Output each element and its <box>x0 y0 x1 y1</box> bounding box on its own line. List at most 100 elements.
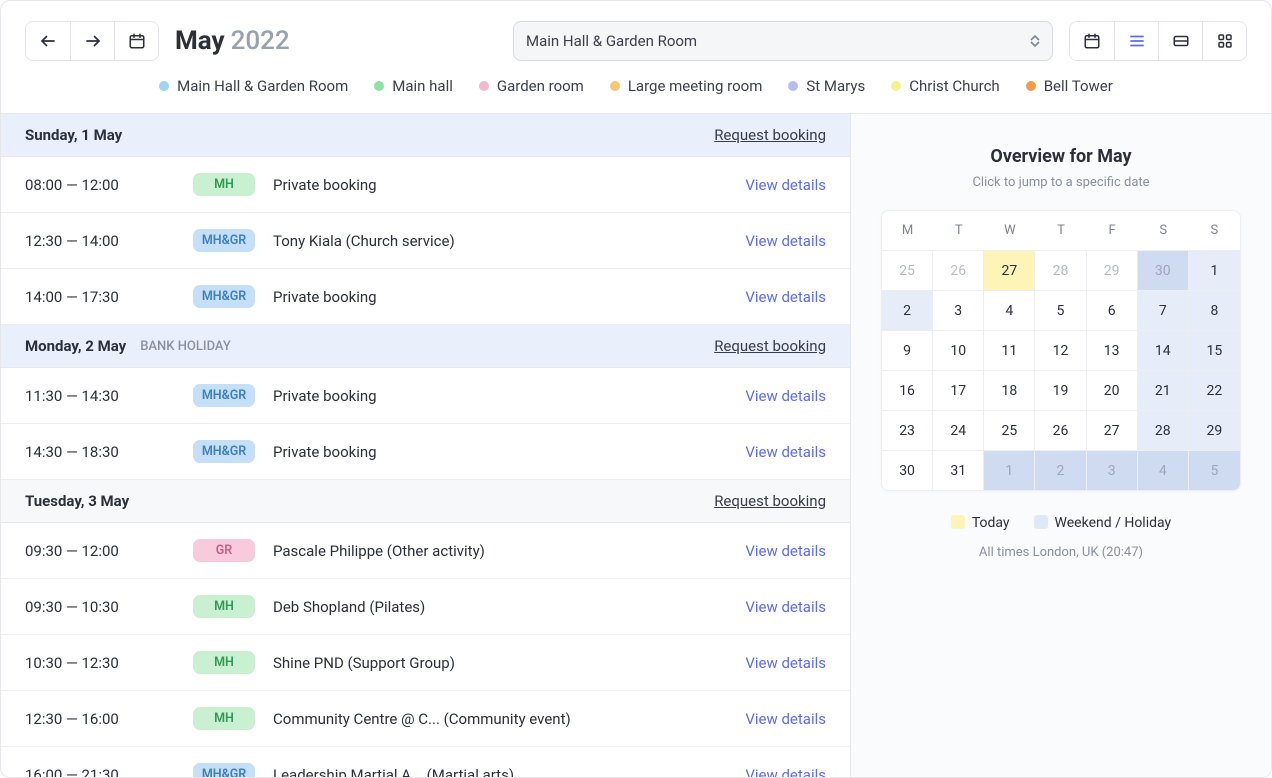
legend-label: Garden room <box>497 77 584 95</box>
view-week-button[interactable] <box>1158 22 1202 60</box>
calendar-day[interactable]: 11 <box>984 330 1035 370</box>
view-grid-button[interactable] <box>1202 22 1246 60</box>
calendar-day[interactable]: 6 <box>1087 290 1138 330</box>
nav-button-group <box>25 21 159 61</box>
calendar-day[interactable]: 2 <box>882 290 933 330</box>
view-details-link[interactable]: View details <box>745 542 826 560</box>
calendar-day[interactable]: 26 <box>933 250 984 290</box>
booking-row: 14:30 — 18:30MH&GRPrivate bookingView de… <box>1 424 850 480</box>
calendar-day[interactable]: 28 <box>1138 410 1189 450</box>
booking-title: Private booking <box>273 387 727 405</box>
calendar-day[interactable]: 29 <box>1087 250 1138 290</box>
booking-time: 12:30 — 14:00 <box>25 232 175 250</box>
calendar-day[interactable]: 25 <box>882 250 933 290</box>
view-details-link[interactable]: View details <box>745 232 826 250</box>
day-header: Monday, 2 MayBANK HOLIDAYRequest booking <box>1 325 850 368</box>
calendar-day[interactable]: 7 <box>1138 290 1189 330</box>
calendar-day[interactable]: 15 <box>1189 330 1240 370</box>
calendar-day[interactable]: 9 <box>882 330 933 370</box>
calendar-day[interactable]: 13 <box>1087 330 1138 370</box>
space-tag: MH&GR <box>193 285 255 308</box>
view-month-button[interactable] <box>1070 22 1114 60</box>
view-details-link[interactable]: View details <box>745 766 826 778</box>
space-tag: MH <box>193 595 255 618</box>
view-details-link[interactable]: View details <box>745 710 826 728</box>
view-details-link[interactable]: View details <box>745 654 826 672</box>
space-selector-label: Main Hall & Garden Room <box>526 32 697 50</box>
calendar-day[interactable]: 12 <box>1035 330 1086 370</box>
calendar-day[interactable]: 19 <box>1035 370 1086 410</box>
space-legend-item[interactable]: Large meeting room <box>610 77 763 95</box>
calendar-day[interactable]: 27 <box>1087 410 1138 450</box>
space-legend-item[interactable]: Bell Tower <box>1026 77 1113 95</box>
calendar-day[interactable]: 8 <box>1189 290 1240 330</box>
calendar-day[interactable]: 4 <box>1138 450 1189 490</box>
calendar-day[interactable]: 14 <box>1138 330 1189 370</box>
calendar-day[interactable]: 21 <box>1138 370 1189 410</box>
calendar-legend: Today Weekend / Holiday <box>881 515 1241 531</box>
calendar-day[interactable]: 5 <box>1189 450 1240 490</box>
view-details-link[interactable]: View details <box>745 387 826 405</box>
view-details-link[interactable]: View details <box>745 443 826 461</box>
space-legend-item[interactable]: Garden room <box>479 77 584 95</box>
view-details-link[interactable]: View details <box>745 176 826 194</box>
view-details-link[interactable]: View details <box>745 598 826 616</box>
prev-button[interactable] <box>26 22 70 60</box>
week-icon <box>1172 32 1190 50</box>
weekend-swatch <box>1034 515 1048 529</box>
calendar-day[interactable]: 17 <box>933 370 984 410</box>
calendar-day[interactable]: 30 <box>882 450 933 490</box>
grid-icon <box>1216 32 1234 50</box>
space-tag: MH <box>193 707 255 730</box>
weekday-label: T <box>933 211 984 250</box>
calendar-day[interactable]: 29 <box>1189 410 1240 450</box>
calendar-day[interactable]: 3 <box>933 290 984 330</box>
booking-time: 08:00 — 12:00 <box>25 176 175 194</box>
calendar-day[interactable]: 28 <box>1035 250 1086 290</box>
next-button[interactable] <box>70 22 114 60</box>
mini-calendar: MTWTFSS 25262728293012345678910111213141… <box>881 210 1241 491</box>
booking-title: Private booking <box>273 443 727 461</box>
calendar-day[interactable]: 26 <box>1035 410 1086 450</box>
space-tag: MH&GR <box>193 384 255 407</box>
view-details-link[interactable]: View details <box>745 288 826 306</box>
view-list-button[interactable] <box>1114 22 1158 60</box>
space-selector[interactable]: Main Hall & Garden Room <box>513 21 1053 61</box>
weekday-label: M <box>882 211 933 250</box>
view-switch-group <box>1069 21 1247 61</box>
calendar-day[interactable]: 1 <box>984 450 1035 490</box>
today-button[interactable] <box>114 22 158 60</box>
calendar-day[interactable]: 31 <box>933 450 984 490</box>
calendar-day[interactable]: 3 <box>1087 450 1138 490</box>
calendar-day[interactable]: 24 <box>933 410 984 450</box>
space-legend-item[interactable]: St Marys <box>788 77 865 95</box>
calendar-day[interactable]: 23 <box>882 410 933 450</box>
space-legend-item[interactable]: Main hall <box>374 77 453 95</box>
calendar-day[interactable]: 27 <box>984 250 1035 290</box>
calendar-day[interactable]: 30 <box>1138 250 1189 290</box>
calendar-day[interactable]: 22 <box>1189 370 1240 410</box>
arrow-left-icon <box>39 32 57 50</box>
request-booking-link[interactable]: Request booking <box>714 126 826 144</box>
space-legend-item[interactable]: Main Hall & Garden Room <box>159 77 348 95</box>
request-booking-link[interactable]: Request booking <box>714 492 826 510</box>
calendar-day[interactable]: 20 <box>1087 370 1138 410</box>
space-legend-item[interactable]: Christ Church <box>891 77 999 95</box>
booking-row: 11:30 — 14:30MH&GRPrivate bookingView de… <box>1 368 850 424</box>
calendar-day[interactable]: 25 <box>984 410 1035 450</box>
booking-row: 14:00 — 17:30MH&GRPrivate bookingView de… <box>1 269 850 325</box>
calendar-day[interactable]: 4 <box>984 290 1035 330</box>
year-label: 2022 <box>231 26 290 56</box>
request-booking-link[interactable]: Request booking <box>714 337 826 355</box>
weekday-label: S <box>1189 211 1240 250</box>
calendar-day[interactable]: 16 <box>882 370 933 410</box>
calendar-day[interactable]: 1 <box>1189 250 1240 290</box>
booking-title: Deb Shopland (Pilates) <box>273 598 727 616</box>
booking-list[interactable]: Sunday, 1 MayRequest booking08:00 — 12:0… <box>1 114 851 777</box>
space-tag: MH&GR <box>193 763 255 777</box>
calendar-day[interactable]: 5 <box>1035 290 1086 330</box>
calendar-day[interactable]: 18 <box>984 370 1035 410</box>
legend-label: St Marys <box>806 77 865 95</box>
calendar-day[interactable]: 10 <box>933 330 984 370</box>
calendar-day[interactable]: 2 <box>1035 450 1086 490</box>
